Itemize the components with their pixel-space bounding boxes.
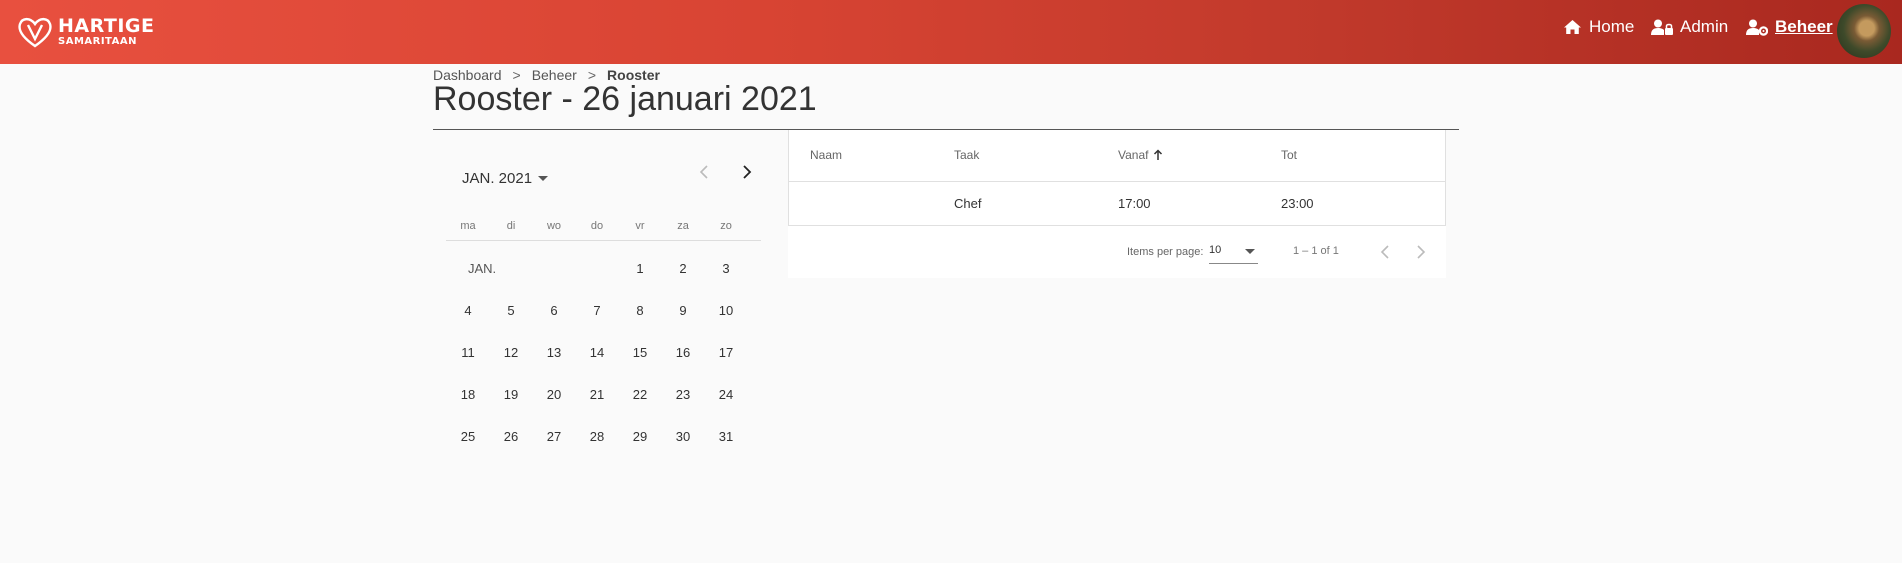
- period-label: JAN. 2021: [462, 170, 533, 187]
- roster-table: Naam Taak Vanaf Tot Chef 17:00 23:00 Ite…: [788, 130, 1446, 278]
- calendar-day[interactable]: 15: [620, 345, 660, 360]
- chevron-right-icon: [1417, 245, 1426, 259]
- column-header-label: Taak: [954, 148, 980, 162]
- column-header-label: Naam: [810, 148, 843, 162]
- calendar-day[interactable]: 1: [620, 261, 660, 276]
- calendar-day[interactable]: 6: [534, 303, 574, 318]
- user-cog-icon: [1746, 19, 1768, 36]
- calendar-day[interactable]: 26: [491, 429, 531, 444]
- weekday-label: do: [590, 220, 604, 232]
- weekday-divider: [446, 240, 761, 241]
- nav-admin-label: Admin: [1680, 17, 1729, 36]
- column-header-label: Tot: [1281, 148, 1298, 162]
- user-lock-icon: [1651, 19, 1673, 36]
- calendar-day[interactable]: 10: [706, 303, 746, 318]
- nav-beheer-label: Beheer: [1775, 17, 1833, 36]
- cell-tot: 23:00: [1281, 196, 1314, 211]
- calendar-day[interactable]: 20: [534, 387, 574, 402]
- chevron-left-icon: [699, 165, 708, 179]
- cell-vanaf: 17:00: [1118, 196, 1151, 211]
- column-header-taak[interactable]: Taak: [954, 148, 979, 162]
- column-header-tot[interactable]: Tot: [1281, 148, 1297, 162]
- next-month-button[interactable]: [735, 160, 759, 184]
- period-select-button[interactable]: JAN. 2021: [462, 170, 549, 187]
- calendar-day[interactable]: 5: [491, 303, 531, 318]
- avatar[interactable]: [1837, 4, 1891, 58]
- calendar-day[interactable]: 7: [577, 303, 617, 318]
- weekday-label: ma: [460, 220, 476, 232]
- calendar-day[interactable]: 2: [663, 261, 703, 276]
- cell-taak: Chef: [954, 196, 982, 211]
- items-per-page-select[interactable]: 10: [1209, 244, 1258, 264]
- heart-hands-icon: [18, 17, 52, 48]
- column-header-naam[interactable]: Naam: [810, 148, 842, 162]
- caret-down-icon: [1245, 249, 1255, 254]
- month-label: JAN.: [468, 261, 497, 276]
- calendar-day[interactable]: 29: [620, 429, 660, 444]
- calendar-day[interactable]: 30: [663, 429, 703, 444]
- caret-down-icon: [538, 176, 549, 181]
- weekday-label: za: [677, 220, 689, 232]
- paginator: Items per page: 10 1 – 1 of 1: [788, 226, 1446, 278]
- items-per-page-label: Items per page:: [1127, 246, 1204, 258]
- chevron-left-icon: [1380, 245, 1389, 259]
- previous-page-button[interactable]: [1373, 240, 1397, 264]
- calendar-day[interactable]: 14: [577, 345, 617, 360]
- table-row[interactable]: Chef 17:00 23:00: [788, 182, 1446, 226]
- logo-line-2: SAMARITAAN: [58, 36, 137, 47]
- nav-admin-link[interactable]: Admin: [1651, 0, 1728, 54]
- nav-home-label: Home: [1589, 17, 1635, 36]
- nav-home-link[interactable]: Home: [1563, 0, 1634, 54]
- calendar-day[interactable]: 28: [577, 429, 617, 444]
- weekday-label: vr: [635, 220, 645, 232]
- next-page-button[interactable]: [1409, 240, 1433, 264]
- calendar-day[interactable]: 31: [706, 429, 746, 444]
- weekday-label: wo: [546, 220, 562, 232]
- calendar-day[interactable]: 19: [491, 387, 531, 402]
- weekday-label: di: [506, 220, 516, 232]
- nav-beheer-link[interactable]: Beheer: [1746, 0, 1833, 54]
- arrow-up-icon: [1154, 149, 1163, 160]
- calendar-day[interactable]: 21: [577, 387, 617, 402]
- column-header-vanaf[interactable]: Vanaf: [1118, 148, 1163, 162]
- page-title: Rooster - 26 januari 2021: [433, 80, 817, 118]
- top-bar: HARTIGE SAMARITAAN Home Admin Beheer: [0, 0, 1902, 64]
- chevron-right-icon: [743, 165, 752, 179]
- items-per-page-value: 10: [1209, 244, 1222, 256]
- calendar-day[interactable]: 12: [491, 345, 531, 360]
- calendar-day[interactable]: 9: [663, 303, 703, 318]
- calendar-day[interactable]: 25: [448, 429, 488, 444]
- calendar-day[interactable]: 17: [706, 345, 746, 360]
- calendar-day[interactable]: 18: [448, 387, 488, 402]
- calendar-day[interactable]: 16: [663, 345, 703, 360]
- calendar-day[interactable]: 8: [620, 303, 660, 318]
- page-range-label: 1 – 1 of 1: [1293, 245, 1339, 257]
- calendar-day[interactable]: 23: [663, 387, 703, 402]
- calendar-day[interactable]: 11: [448, 345, 488, 360]
- weekday-label: zo: [720, 220, 732, 232]
- home-icon: [1563, 19, 1582, 35]
- calendar-day[interactable]: 22: [620, 387, 660, 402]
- logo[interactable]: HARTIGE SAMARITAAN: [16, 14, 155, 50]
- logo-line-1: HARTIGE: [58, 15, 155, 37]
- column-header-label: Vanaf: [1118, 148, 1149, 162]
- calendar-day[interactable]: 4: [448, 303, 488, 318]
- calendar-day[interactable]: 24: [706, 387, 746, 402]
- previous-month-button[interactable]: [692, 160, 716, 184]
- table-header-row: Naam Taak Vanaf Tot: [788, 130, 1446, 182]
- calendar-day[interactable]: 3: [706, 261, 746, 276]
- calendar-day[interactable]: 13: [534, 345, 574, 360]
- calendar-day[interactable]: 27: [534, 429, 574, 444]
